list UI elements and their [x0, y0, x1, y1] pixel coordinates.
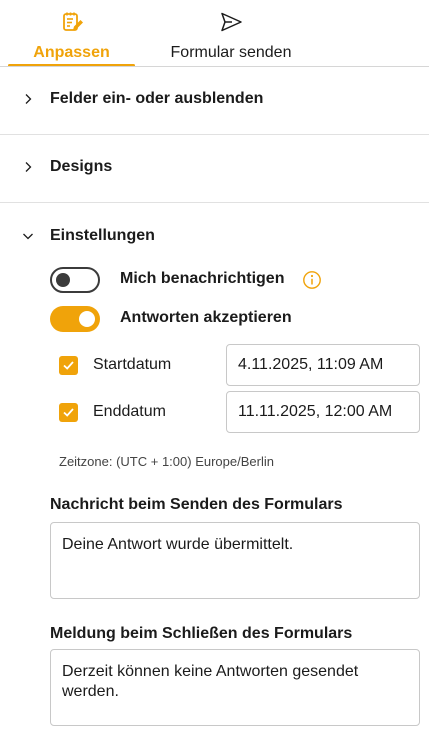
start-date-row: Startdatum 4.11.2025, 11:09 AM — [0, 344, 429, 386]
info-icon[interactable] — [302, 270, 322, 290]
chevron-right-icon — [25, 162, 32, 172]
start-date-checkbox[interactable] — [59, 356, 78, 375]
end-date-row: Enddatum 11.11.2025, 12:00 AM — [0, 391, 429, 433]
chevron-down-icon — [23, 233, 33, 240]
tab-send-label: Formular senden — [170, 44, 292, 61]
divider — [0, 202, 429, 203]
end-date-input[interactable]: 11.11.2025, 12:00 AM — [226, 391, 420, 433]
end-date-checkbox[interactable] — [59, 403, 78, 422]
section-title: Designs — [50, 158, 113, 175]
closed-message-textarea[interactable]: Derzeit können keine Antworten gesendet … — [50, 649, 420, 726]
tab-customize-label: Anpassen — [33, 44, 110, 61]
send-icon — [221, 12, 242, 32]
section-title: Einstellungen — [50, 227, 155, 244]
notify-toggle[interactable] — [50, 267, 100, 293]
edit-note-icon — [62, 12, 83, 31]
chevron-right-icon — [25, 94, 32, 104]
submit-message-textarea[interactable]: Deine Antwort wurde übermittelt. — [50, 522, 420, 599]
submit-message-title: Nachricht beim Senden des Formulars — [50, 496, 343, 513]
section-designs[interactable]: Designs — [0, 135, 429, 201]
notify-label: Mich benachrichtigen — [120, 270, 285, 287]
start-date-input[interactable]: 4.11.2025, 11:09 AM — [226, 344, 420, 386]
tab-customize[interactable]: Anpassen — [8, 0, 135, 68]
end-date-label: Enddatum — [93, 403, 166, 420]
timezone-text: Zeitzone: (UTC + 1:00) Europe/Berlin — [59, 454, 274, 469]
checkmark-icon — [63, 408, 74, 417]
tab-bar: Anpassen Formular senden — [0, 0, 429, 68]
accept-responses-toggle[interactable] — [50, 306, 100, 332]
section-show-hide-fields[interactable]: Felder ein- oder ausblenden — [0, 67, 429, 133]
toggle-knob — [56, 273, 70, 287]
section-title: Felder ein- oder ausblenden — [50, 90, 264, 107]
toggle-knob — [79, 311, 95, 327]
checkmark-icon — [63, 361, 74, 370]
closed-message-title: Meldung beim Schließen des Formulars — [50, 625, 353, 642]
accept-responses-label: Antworten akzeptieren — [120, 309, 292, 326]
start-date-label: Startdatum — [93, 356, 172, 373]
section-settings[interactable]: Einstellungen — [0, 204, 429, 270]
tab-send-form[interactable]: Formular senden — [150, 0, 312, 68]
